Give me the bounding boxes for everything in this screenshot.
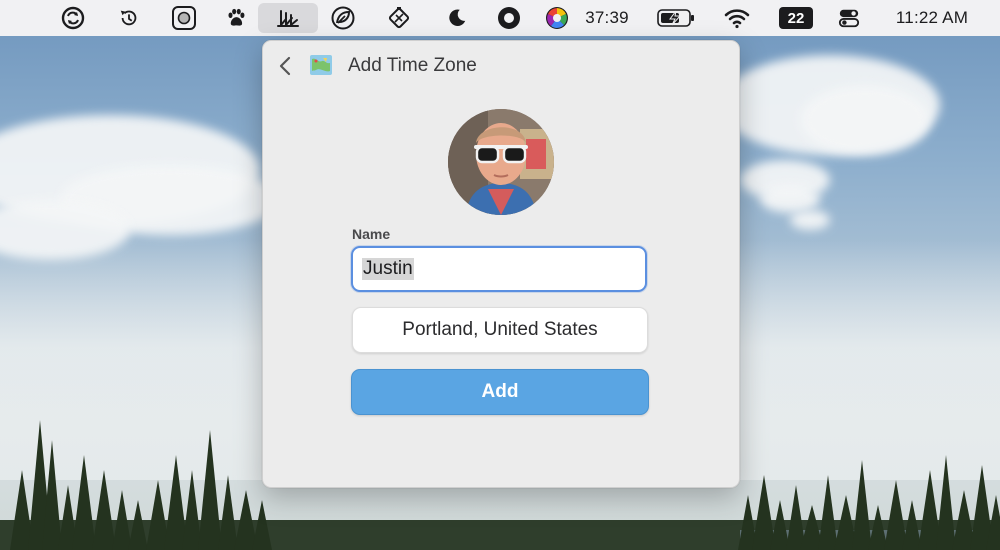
wifi-icon[interactable] bbox=[722, 3, 752, 33]
calendar-day: 22 bbox=[779, 7, 813, 29]
timezone-app-icon[interactable] bbox=[258, 3, 318, 33]
location-button[interactable]: Portland, United States bbox=[352, 307, 648, 353]
vpn-icon[interactable] bbox=[384, 3, 414, 33]
chevron-left-icon bbox=[279, 56, 291, 76]
map-icon bbox=[310, 55, 332, 75]
screenshot-app-icon[interactable] bbox=[169, 3, 199, 33]
name-input[interactable]: Justin bbox=[351, 246, 647, 292]
timer-readout: 37:39 bbox=[585, 8, 629, 27]
paw-icon[interactable] bbox=[221, 3, 251, 33]
battery-icon[interactable] bbox=[656, 3, 696, 33]
calendar-icon[interactable]: 22 bbox=[776, 3, 816, 33]
popover-header: Add Time Zone bbox=[263, 41, 739, 91]
menu-bar-clock: 11:22 AM bbox=[895, 8, 969, 27]
name-input-value: Justin bbox=[362, 258, 414, 280]
name-label: Name bbox=[352, 226, 391, 242]
add-button[interactable]: Add bbox=[351, 369, 649, 415]
leaf-icon[interactable] bbox=[328, 3, 358, 33]
control-center-icon[interactable] bbox=[834, 3, 864, 33]
back-button[interactable] bbox=[273, 53, 297, 79]
popover-title: Add Time Zone bbox=[348, 55, 477, 76]
record-icon[interactable] bbox=[494, 3, 524, 33]
time-machine-icon[interactable] bbox=[114, 3, 144, 33]
avatar[interactable] bbox=[448, 109, 554, 215]
sync-icon[interactable] bbox=[58, 3, 88, 33]
pie-timer-icon[interactable] bbox=[543, 3, 571, 33]
menu-bar: 37:39 22 11:22 AM bbox=[0, 0, 1000, 36]
moon-icon[interactable] bbox=[442, 3, 472, 33]
add-time-zone-popover: Add Time Zone Name Justin Portland, Unit… bbox=[262, 40, 740, 488]
